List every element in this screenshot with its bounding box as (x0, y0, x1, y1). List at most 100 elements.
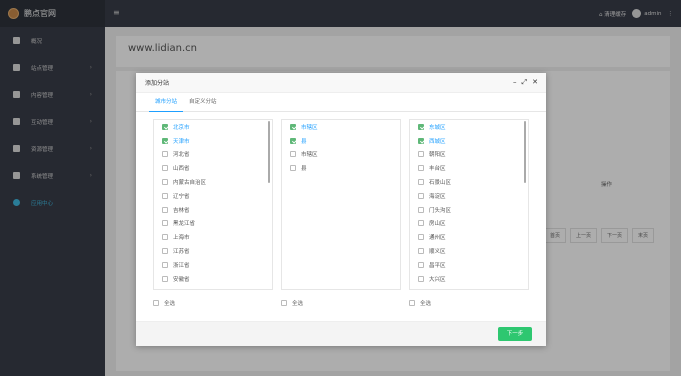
list-item-label: 浙江省 (173, 262, 190, 269)
list-item-label: 辽宁省 (173, 193, 190, 200)
list-item-label: 天津市 (173, 138, 190, 145)
checkbox[interactable] (281, 300, 287, 306)
city-list[interactable]: 市辖区县市辖区县 (281, 119, 401, 290)
dialog-controls: – ⤢ ✕ (513, 78, 538, 87)
district-list[interactable]: 东城区西城区朝阳区丰台区石景山区海淀区 门头沟区房山区通州区顺义区昌平区大兴区 (409, 119, 529, 290)
checkbox[interactable] (418, 192, 424, 199)
select-all-label: 全选 (420, 301, 432, 307)
list-item[interactable]: 朝阳区 (410, 148, 528, 162)
checkbox[interactable] (162, 137, 168, 144)
list-item-label: 安徽省 (173, 276, 190, 283)
checkbox[interactable] (418, 206, 424, 213)
select-all-cities[interactable]: 全选 (281, 299, 303, 307)
checkbox[interactable] (162, 192, 168, 199)
list-item[interactable]: 海淀区 (410, 189, 528, 203)
select-all-label: 全选 (292, 301, 304, 307)
list-item[interactable]: 安徽省 (154, 272, 272, 286)
list-item[interactable]: 通州区 (410, 230, 528, 244)
checkbox[interactable] (290, 165, 296, 172)
checkbox[interactable] (418, 137, 424, 144)
checkbox[interactable] (418, 165, 424, 172)
checkbox[interactable] (153, 300, 159, 306)
list-item[interactable]: 市辖区 (282, 120, 400, 134)
list-item[interactable]: 内蒙古自治区 (154, 175, 272, 189)
list-item[interactable]: 辽宁省 (154, 189, 272, 203)
list-item[interactable]: 县 (282, 134, 400, 148)
list-item-label: 山西省 (173, 166, 190, 173)
dialog-tabs: 城市分站 自定义分站 (136, 93, 546, 112)
list-item[interactable]: 北京市 (154, 120, 272, 134)
list-item-label: 上海市 (173, 235, 190, 242)
list-item[interactable]: 天津市 (154, 134, 272, 148)
list-item[interactable]: 西城区 (410, 134, 528, 148)
list-item[interactable]: 东城区 (410, 120, 528, 134)
list-item-label: 市辖区 (301, 124, 318, 131)
tab-custom[interactable]: 自定义分站 (183, 93, 223, 112)
checkbox[interactable] (290, 151, 296, 158)
checkbox[interactable] (418, 261, 424, 268)
list-item-label: 顺义区 (429, 249, 446, 256)
list-item-label: 石景山区 (429, 180, 452, 187)
list-item-label: 房山区 (429, 221, 446, 228)
list-item[interactable]: 顺义区 (410, 244, 528, 258)
list-item-label: 内蒙古自治区 (173, 180, 207, 187)
list-item-label: 江苏省 (173, 249, 190, 256)
list-item[interactable]: 门头沟区 (410, 203, 528, 217)
list-item[interactable]: 县 (282, 161, 400, 175)
checkbox[interactable] (418, 123, 424, 130)
list-item-label: 西城区 (429, 138, 446, 145)
checkbox[interactable] (162, 179, 168, 186)
close-icon[interactable]: ✕ (532, 78, 538, 87)
list-item[interactable]: 丰台区 (410, 161, 528, 175)
maximize-icon[interactable]: ⤢ (522, 78, 528, 87)
list-item[interactable]: 房山区 (410, 217, 528, 231)
list-item-label: 黑龙江省 (173, 221, 196, 228)
minimize-icon[interactable]: – (513, 78, 517, 87)
list-item-label: 北京市 (173, 124, 190, 131)
checkbox[interactable] (418, 248, 424, 255)
list-item-label: 河北省 (173, 152, 190, 159)
scrollbar[interactable] (268, 121, 270, 183)
checkbox[interactable] (162, 165, 168, 172)
checkbox[interactable] (409, 300, 415, 306)
checkbox[interactable] (290, 137, 296, 144)
checkbox[interactable] (162, 206, 168, 213)
checkbox[interactable] (162, 151, 168, 158)
checkbox[interactable] (162, 261, 168, 268)
list-item-label: 丰台区 (429, 166, 446, 173)
select-all-districts[interactable]: 全选 (409, 299, 431, 307)
checkbox[interactable] (418, 220, 424, 227)
checkbox[interactable] (162, 234, 168, 241)
list-item[interactable]: 河北省 (154, 148, 272, 162)
list-item[interactable]: 黑龙江省 (154, 217, 272, 231)
dialog-header: 添加分站 – ⤢ ✕ (136, 73, 546, 93)
list-item[interactable]: 上海市 (154, 230, 272, 244)
list-item-label: 大兴区 (429, 276, 446, 283)
checkbox[interactable] (162, 123, 168, 130)
checkbox[interactable] (418, 234, 424, 241)
checkbox[interactable] (418, 151, 424, 158)
checkbox[interactable] (162, 275, 168, 282)
list-item-label: 市辖区 (301, 152, 318, 159)
checkbox[interactable] (418, 179, 424, 186)
checkbox[interactable] (162, 220, 168, 227)
list-item[interactable]: 吉林省 (154, 203, 272, 217)
checkbox[interactable] (418, 275, 424, 282)
list-item[interactable]: 山西省 (154, 161, 272, 175)
checkbox[interactable] (290, 123, 296, 130)
add-substation-dialog: 添加分站 – ⤢ ✕ 城市分站 自定义分站 北京市天津市河北省山西省内蒙古自治区… (136, 73, 546, 346)
scrollbar[interactable] (524, 121, 526, 183)
list-item[interactable]: 昌平区 (410, 258, 528, 272)
list-item-label: 昌平区 (429, 262, 446, 269)
province-list[interactable]: 北京市天津市河北省山西省内蒙古自治区 辽宁省吉林省黑龙江省上海市江苏省浙江省安徽省 (153, 119, 273, 290)
list-item[interactable]: 大兴区 (410, 272, 528, 286)
checkbox[interactable] (162, 248, 168, 255)
list-item[interactable]: 石景山区 (410, 175, 528, 189)
list-item[interactable]: 江苏省 (154, 244, 272, 258)
next-step-button[interactable]: 下一步 (498, 327, 532, 341)
select-all-provinces[interactable]: 全选 (153, 299, 175, 307)
list-item-label: 东城区 (429, 124, 446, 131)
list-item[interactable]: 浙江省 (154, 258, 272, 272)
tab-city[interactable]: 城市分站 (149, 93, 184, 112)
list-item[interactable]: 市辖区 (282, 148, 400, 162)
